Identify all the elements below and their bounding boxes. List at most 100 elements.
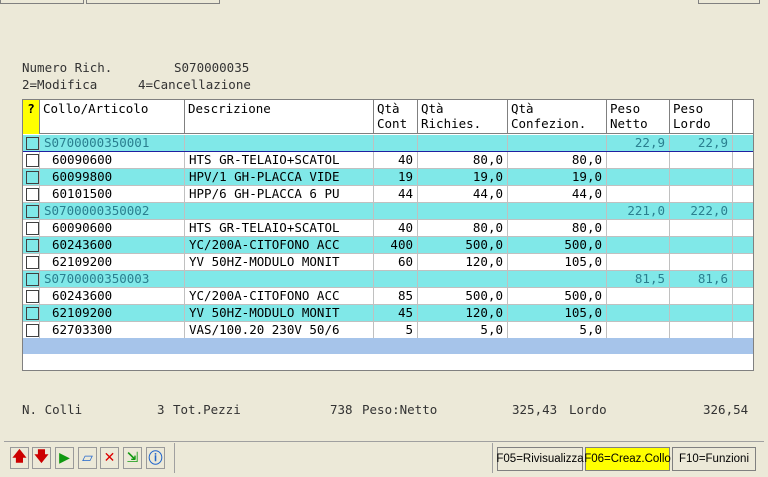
cell-lordo: [670, 169, 733, 186]
cell-rich: [418, 203, 508, 220]
cell-conf: 80,0: [508, 220, 607, 237]
row-checkbox[interactable]: [26, 290, 39, 303]
cell-filler: [733, 135, 753, 152]
cell-code: 60090600: [40, 152, 185, 169]
cell-code: 62109200: [40, 254, 185, 271]
row-checkbox[interactable]: [26, 188, 39, 201]
cell-cont: 5: [374, 322, 418, 339]
cell-netto: 81,5: [607, 271, 670, 288]
row-checkbox[interactable]: [26, 222, 39, 235]
cell-filler: [733, 203, 753, 220]
row-checkbox-cell[interactable]: [23, 152, 40, 169]
cell-netto: [607, 305, 670, 322]
row-checkbox-cell[interactable]: [23, 322, 40, 339]
cell-code: 60090600: [40, 220, 185, 237]
cell-desc: YV 50HZ-MODULO MONIT: [185, 254, 374, 271]
row-checkbox[interactable]: [26, 324, 39, 337]
row-checkbox-cell[interactable]: [23, 288, 40, 305]
cell-desc: HTS GR-TELAIO+SCATOL: [185, 220, 374, 237]
f10-funzioni-button[interactable]: F10=Funzioni: [672, 447, 756, 471]
row-checkbox-cell[interactable]: [23, 254, 40, 271]
row-checkbox-cell[interactable]: [23, 169, 40, 186]
group-row[interactable]: S0700000350003 81,5 81,6: [23, 271, 753, 288]
items-grid[interactable]: ? Collo/Articolo Descrizione Qtà Cont Qt…: [22, 99, 754, 371]
table-row[interactable]: 62703300 VAS/100.20 230V 50/6 5 5,0 5,0: [23, 322, 753, 339]
row-checkbox-cell[interactable]: [23, 237, 40, 254]
cell-conf: [508, 135, 607, 152]
cell-lordo: [670, 254, 733, 271]
row-checkbox-cell[interactable]: [23, 135, 40, 152]
group-row[interactable]: S0700000350001 22,9 22,9: [23, 135, 753, 152]
lordo-value: 326,54: [703, 402, 749, 417]
cell-filler: [733, 322, 753, 339]
cell-cont: 400: [374, 237, 418, 254]
row-checkbox[interactable]: [26, 239, 39, 252]
table-row[interactable]: 60101500 HPP/6 GH-PLACCA 6 PU 44 44,0 44,0: [23, 186, 753, 203]
netto-label: Peso:Netto: [362, 402, 438, 417]
col-header-qta-richies[interactable]: Qtà Richies.: [418, 100, 508, 134]
cell-filler: [733, 271, 753, 288]
move-up-icon[interactable]: 🡅: [10, 447, 29, 469]
info-icon[interactable]: ⓘ: [146, 447, 165, 469]
group-row[interactable]: S0700000350002 221,0 222,0: [23, 203, 753, 220]
cell-netto: [607, 220, 670, 237]
mode-modifica: 2=Modifica: [22, 77, 98, 92]
row-checkbox-cell[interactable]: [23, 305, 40, 322]
f05-rivisualizza-button[interactable]: F05=Rivisualizza: [496, 447, 584, 471]
table-row[interactable]: 62109200 YV 50HZ-MODULO MONIT 60 120,0 105,0: [23, 254, 753, 271]
row-checkbox[interactable]: [26, 154, 39, 167]
eraser-icon[interactable]: ▱: [78, 447, 97, 469]
cell-conf: 105,0: [508, 305, 607, 322]
table-row[interactable]: 60243600 YC/200A-CITOFONO ACC 400 500,0 500,…: [23, 237, 753, 254]
cell-code: S0700000350001: [40, 135, 185, 152]
refresh-icon[interactable]: ⇲: [123, 447, 142, 469]
col-header-peso-netto[interactable]: Peso Netto: [607, 100, 670, 134]
cell-filler: [733, 254, 753, 271]
table-row[interactable]: 60099800 HPV/1 GH-PLACCA VIDE 19 19,0 19,0: [23, 169, 753, 186]
cell-cont: 40: [374, 220, 418, 237]
cell-code: 62109200: [40, 305, 185, 322]
row-checkbox[interactable]: [26, 307, 39, 320]
cell-rich: 5,0: [418, 322, 508, 339]
table-row[interactable]: 60090600 HTS GR-TELAIO+SCATOL 40 80,0 80,0: [23, 152, 753, 169]
row-checkbox[interactable]: [26, 256, 39, 269]
table-row[interactable]: 60243600 YC/200A-CITOFONO ACC 85 500,0 500,0: [23, 288, 753, 305]
col-header-peso-lordo[interactable]: Peso Lordo: [670, 100, 733, 134]
cell-netto: [607, 186, 670, 203]
table-row[interactable]: 62109200 YV 50HZ-MODULO MONIT 45 120,0 105,0: [23, 305, 753, 322]
top-tab-3[interactable]: [698, 0, 760, 4]
cell-lordo: 22,9: [670, 135, 733, 152]
cell-desc: YC/200A-CITOFONO ACC: [185, 237, 374, 254]
row-checkbox[interactable]: [26, 273, 39, 286]
cell-netto: [607, 322, 670, 339]
f06-creaz-collo-button[interactable]: F06=Creaz.Collo: [584, 447, 671, 471]
row-checkbox-cell[interactable]: [23, 271, 40, 288]
row-checkbox[interactable]: [26, 137, 39, 150]
cell-rich: 44,0: [418, 186, 508, 203]
top-tab-2[interactable]: [86, 0, 220, 4]
cell-desc: HPV/1 GH-PLACCA VIDE: [185, 169, 374, 186]
row-checkbox-cell[interactable]: [23, 203, 40, 220]
col-header-collo[interactable]: Collo/Articolo: [40, 100, 185, 134]
toolbar-separator: [174, 443, 175, 473]
cell-cont: 40: [374, 152, 418, 169]
col-header-qta-confezion[interactable]: Qtà Confezion.: [508, 100, 607, 134]
cell-desc: [185, 135, 374, 152]
col-header-qta-cont[interactable]: Qtà Cont: [374, 100, 418, 134]
row-checkbox-cell[interactable]: [23, 186, 40, 203]
row-checkbox[interactable]: [26, 171, 39, 184]
help-column-header[interactable]: ?: [23, 100, 40, 134]
pezzi-value: 738: [330, 402, 353, 417]
play-icon[interactable]: ▶: [55, 447, 74, 469]
colli-label: N. Colli: [22, 402, 83, 417]
cell-cont: 44: [374, 186, 418, 203]
colli-value: 3: [157, 402, 165, 417]
col-header-descrizione[interactable]: Descrizione: [185, 100, 374, 134]
table-row[interactable]: 60090600 HTS GR-TELAIO+SCATOL 40 80,0 80,0: [23, 220, 753, 237]
row-checkbox[interactable]: [26, 205, 39, 218]
delete-icon[interactable]: ✕: [100, 447, 119, 469]
cell-rich: 500,0: [418, 237, 508, 254]
move-down-icon[interactable]: 🡇: [32, 447, 51, 469]
top-tab-1[interactable]: [0, 0, 84, 4]
row-checkbox-cell[interactable]: [23, 220, 40, 237]
